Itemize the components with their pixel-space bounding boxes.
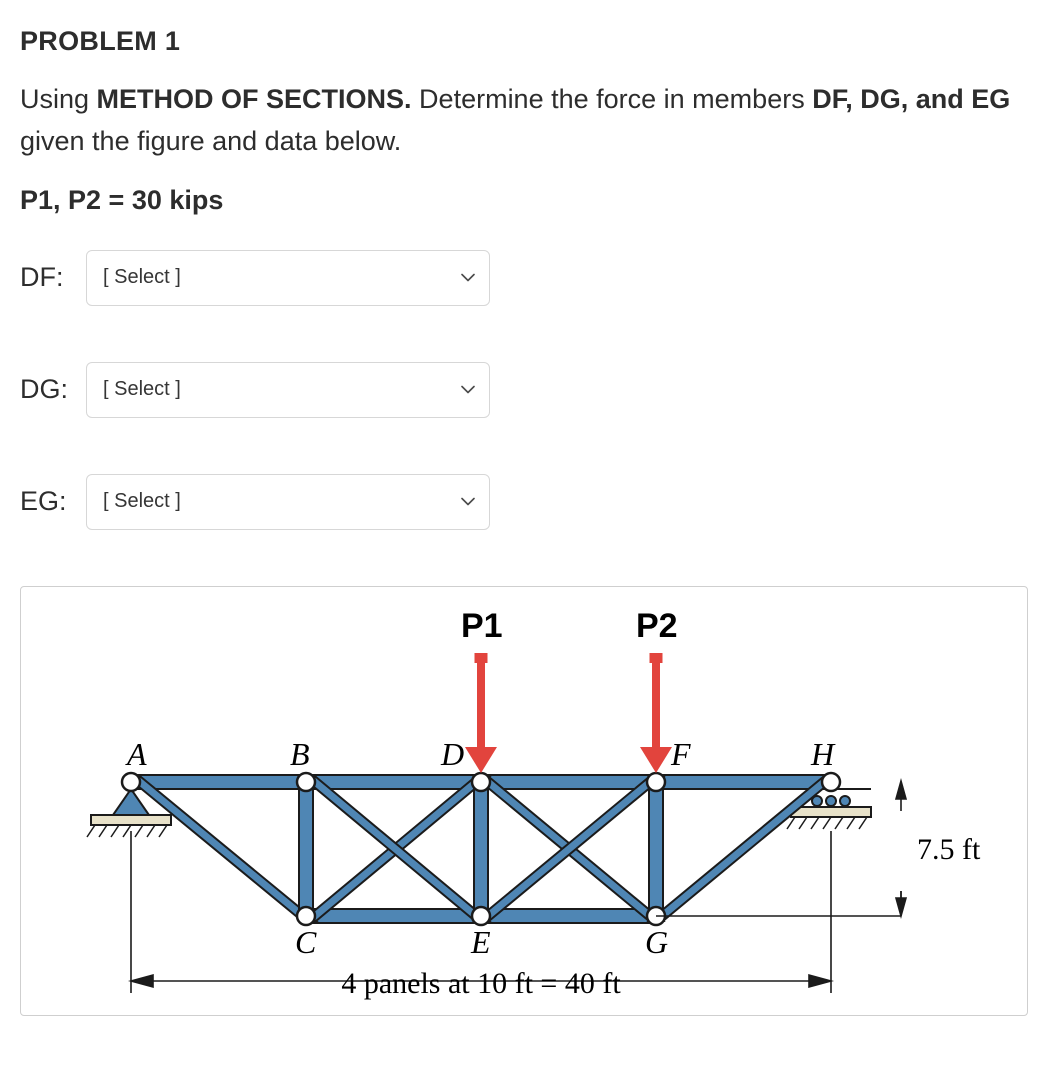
load-p1-arrow — [465, 653, 497, 773]
answer-label-df: DF: — [20, 262, 74, 293]
figure-text: P1 P2 A B D F H C E G 7.5 ft 4 panels at… — [125, 607, 981, 1000]
select-dg-value: [ Select ] — [103, 378, 181, 401]
node-c-label: C — [295, 924, 317, 960]
node-h-label: H — [810, 736, 836, 772]
node-f-label: F — [670, 736, 691, 772]
members-list: DF, DG, and EG — [812, 84, 1010, 114]
select-eg-value: [ Select ] — [103, 490, 181, 513]
node-e-label: E — [470, 924, 491, 960]
chevron-down-icon — [461, 273, 475, 282]
p2-label: P2 — [636, 607, 678, 645]
truss-members — [127, 775, 871, 923]
p1-label: P1 — [461, 607, 503, 645]
truss-figure: P1 P2 A B D F H C E G 7.5 ft 4 panels at… — [20, 586, 1028, 1016]
node-g-label: G — [645, 924, 668, 960]
answer-row-df: DF: [ Select ] — [20, 250, 1042, 306]
answer-row-eg: EG: [ Select ] — [20, 474, 1042, 530]
answer-label-eg: EG: — [20, 486, 74, 517]
answer-row-dg: DG: [ Select ] — [20, 362, 1042, 418]
select-df-value: [ Select ] — [103, 266, 181, 289]
height-label: 7.5 ft — [917, 833, 981, 866]
answers-block: DF: [ Select ] DG: [ Select ] EG: [ Sele… — [20, 250, 1042, 530]
select-dg[interactable]: [ Select ] — [86, 362, 490, 418]
select-eg[interactable]: [ Select ] — [86, 474, 490, 530]
given-data: P1, P2 = 30 kips — [20, 185, 1042, 216]
prompt-end: given the figure and data below. — [20, 126, 401, 156]
method-name: METHOD OF SECTIONS. — [97, 84, 412, 114]
problem-statement: Using METHOD OF SECTIONS. Determine the … — [20, 79, 1042, 163]
node-d-label: D — [440, 736, 464, 772]
span-label: 4 panels at 10 ft = 40 ft — [341, 967, 621, 1000]
chevron-down-icon — [461, 385, 475, 394]
chevron-down-icon — [461, 497, 475, 506]
answer-label-dg: DG: — [20, 374, 74, 405]
load-p2-arrow — [640, 653, 672, 773]
prompt-prefix: Using — [20, 84, 97, 114]
truss-svg: P1 P2 A B D F H C E G 7.5 ft 4 panels at… — [31, 601, 1017, 1003]
node-a-label: A — [125, 736, 147, 772]
node-b-label: B — [290, 736, 310, 772]
select-df[interactable]: [ Select ] — [86, 250, 490, 306]
prompt-mid: Determine the force in members — [412, 84, 813, 114]
problem-title: PROBLEM 1 — [20, 26, 1042, 57]
